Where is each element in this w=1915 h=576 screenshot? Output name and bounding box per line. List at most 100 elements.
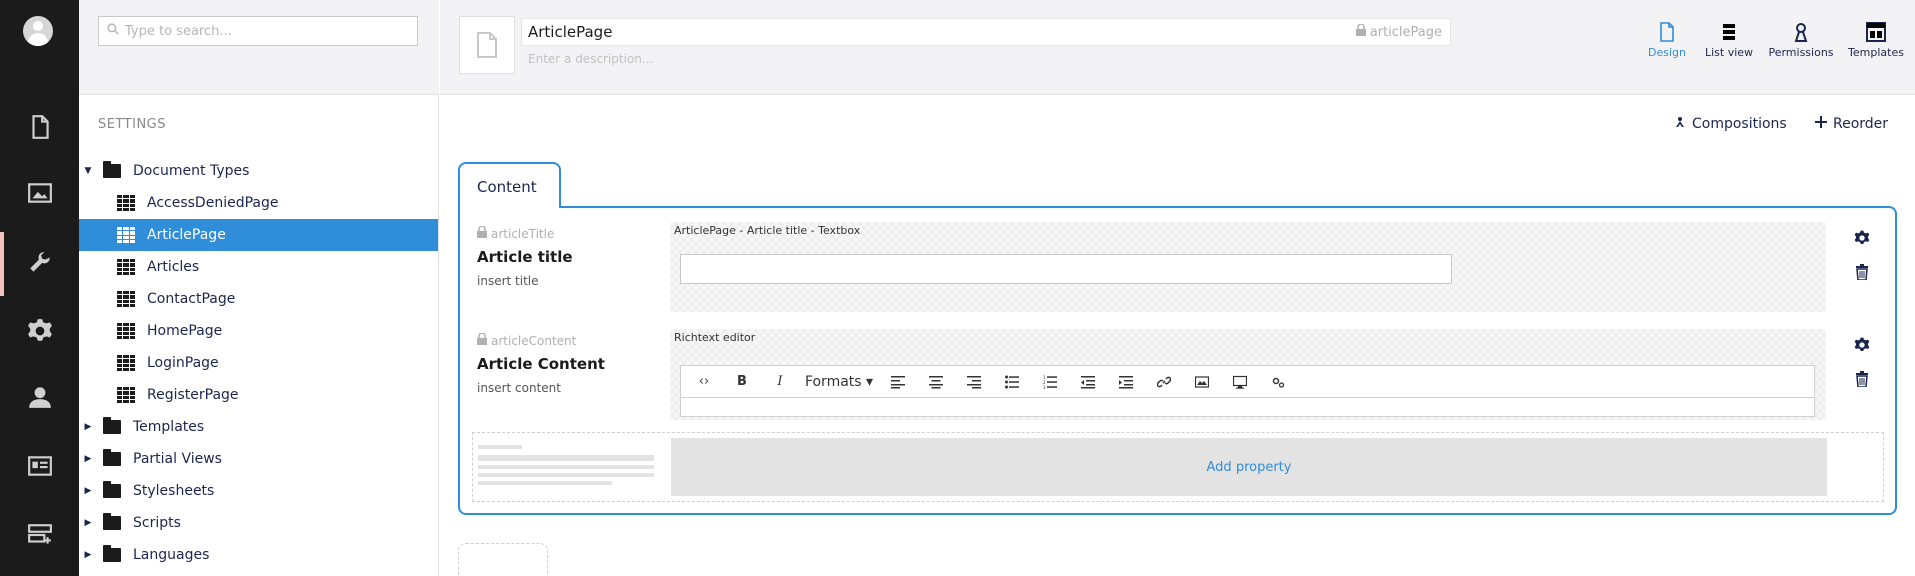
lock-icon[interactable] <box>477 225 487 241</box>
formats-dropdown: Formats ▾ <box>804 373 874 390</box>
reorder-button[interactable]: Reorder <box>1815 116 1888 132</box>
document-icon <box>1660 22 1674 42</box>
tree-item-partial-views[interactable]: ▶ Partial Views <box>79 443 438 475</box>
search-input[interactable] <box>125 23 405 39</box>
trash-icon[interactable] <box>1854 371 1870 391</box>
gear-icon[interactable] <box>0 299 79 363</box>
reorder-icon <box>1815 116 1827 132</box>
forms-icon[interactable] <box>0 503 79 567</box>
doctype-icon <box>117 323 135 339</box>
description-input[interactable]: Enter a description... <box>528 52 653 66</box>
tab-label[interactable]: Content <box>477 178 537 196</box>
app-label: Design <box>1648 46 1686 59</box>
property-alias[interactable]: articleTitle <box>477 225 555 241</box>
tree-item-scripts[interactable]: ▶ Scripts <box>79 507 438 539</box>
app-label: Permissions <box>1768 46 1834 59</box>
tree-item-label: Articles <box>147 259 200 275</box>
property-alias[interactable]: articleContent <box>477 332 576 348</box>
tree-item-stylesheets[interactable]: ▶ Stylesheets <box>79 475 438 507</box>
tree-item-label: Document Types <box>133 163 250 179</box>
tree-item-articlepage[interactable]: ArticlePage <box>79 219 438 251</box>
tree-item-label: Stylesheets <box>133 483 215 499</box>
bullet-list-icon <box>993 368 1031 396</box>
caret-right-icon[interactable]: ▶ <box>79 486 97 496</box>
tree-item-loginpage[interactable]: LoginPage <box>79 347 438 379</box>
app-permissions[interactable]: Permissions <box>1761 0 1841 95</box>
gear-icon[interactable] <box>1854 230 1870 250</box>
search-box[interactable] <box>98 16 418 46</box>
user-icon[interactable] <box>0 365 79 429</box>
lock-icon[interactable] <box>1355 23 1366 40</box>
doctype-icon <box>117 355 135 371</box>
doctype-icon <box>117 195 135 211</box>
tree-item-contactpage[interactable]: ContactPage <box>79 283 438 315</box>
folder-icon <box>103 449 121 466</box>
caret-right-icon[interactable]: ▶ <box>79 550 97 560</box>
align-left-icon <box>879 368 917 396</box>
property-name[interactable]: Article title <box>477 248 573 266</box>
app-design[interactable]: Design <box>1637 0 1697 95</box>
tree-item-document-types[interactable]: ▼ Document Types <box>79 155 438 187</box>
tree-item-label: Partial Views <box>133 451 222 467</box>
property-placeholder <box>478 443 654 493</box>
align-right-icon <box>955 368 993 396</box>
app-list-view[interactable]: List view <box>1697 0 1761 95</box>
caret-down-icon[interactable]: ▼ <box>79 166 97 176</box>
caret-right-icon[interactable]: ▶ <box>79 422 97 432</box>
property-article-content: articleContent Article Content insert co… <box>458 315 1897 420</box>
content-icon[interactable] <box>0 95 79 159</box>
add-property-button[interactable]: Add property <box>671 438 1827 496</box>
lock-icon[interactable] <box>477 332 487 348</box>
property-editor-preview[interactable]: Richtext editor ‹› B I Formats ▾ 123 <box>670 329 1826 420</box>
add-property-area: Add property <box>472 432 1884 502</box>
tab-connector <box>460 205 559 209</box>
outdent-icon <box>1069 368 1107 396</box>
members-icon[interactable] <box>0 434 79 498</box>
trash-icon[interactable] <box>1854 264 1870 284</box>
tree-item-label: Templates <box>133 419 205 435</box>
section-title: SETTINGS <box>98 117 167 132</box>
caret-right-icon[interactable]: ▶ <box>79 454 97 464</box>
tree-item-templates[interactable]: ▶ Templates <box>79 411 438 443</box>
richtext-editor-preview: ‹› B I Formats ▾ 123 <box>680 365 1815 417</box>
indent-icon <box>1107 368 1145 396</box>
list-icon <box>1723 24 1735 40</box>
tree-item-label: Scripts <box>133 515 181 531</box>
editor-header: ArticlePage articlePage Enter a descript… <box>440 0 1915 95</box>
folder-icon <box>103 417 121 434</box>
property-description[interactable]: insert content <box>477 381 561 395</box>
tree-item-registerpage[interactable]: RegisterPage <box>79 379 438 411</box>
media-icon[interactable] <box>0 161 79 225</box>
alias-field[interactable]: articlePage <box>1355 23 1442 40</box>
doctype-name[interactable]: ArticlePage <box>528 23 1356 41</box>
caret-right-icon[interactable]: ▶ <box>79 518 97 528</box>
tree-item-languages[interactable]: ▶ Languages <box>79 539 438 571</box>
property-article-title: articleTitle Article title insert title … <box>458 208 1897 312</box>
app-label: Templates <box>1848 46 1904 59</box>
doctype-icon-picker[interactable] <box>459 16 515 74</box>
link-icon <box>1145 368 1183 396</box>
add-tab-placeholder[interactable] <box>458 543 548 576</box>
compositions-button[interactable]: Compositions <box>1674 116 1787 132</box>
avatar-icon[interactable] <box>23 16 53 46</box>
name-field[interactable]: ArticlePage articlePage <box>521 18 1451 46</box>
tree-item-accessdeniedpage[interactable]: AccessDeniedPage <box>79 187 438 219</box>
compositions-label: Compositions <box>1692 116 1787 132</box>
alias-text: articlePage <box>1369 24 1442 40</box>
property-name[interactable]: Article Content <box>477 355 605 373</box>
reorder-label: Reorder <box>1833 116 1889 132</box>
tab-content[interactable]: Content <box>458 162 561 208</box>
tree-item-articles[interactable]: Articles <box>79 251 438 283</box>
app-templates[interactable]: Templates <box>1841 0 1911 95</box>
settings-wrench-icon[interactable] <box>0 232 79 296</box>
alias-text: articleTitle <box>491 226 555 241</box>
folder-icon <box>103 481 121 498</box>
bold-icon: B <box>737 374 747 389</box>
tree-panel: SETTINGS ▼ Document Types AccessDeniedPa… <box>79 0 439 576</box>
property-editor-preview[interactable]: ArticlePage - Article title - Textbox <box>670 222 1826 312</box>
tree-item-homepage[interactable]: HomePage <box>79 315 438 347</box>
italic-icon: I <box>777 374 783 389</box>
gear-icon[interactable] <box>1854 337 1870 357</box>
property-description[interactable]: insert title <box>477 274 539 288</box>
document-icon <box>477 32 497 58</box>
